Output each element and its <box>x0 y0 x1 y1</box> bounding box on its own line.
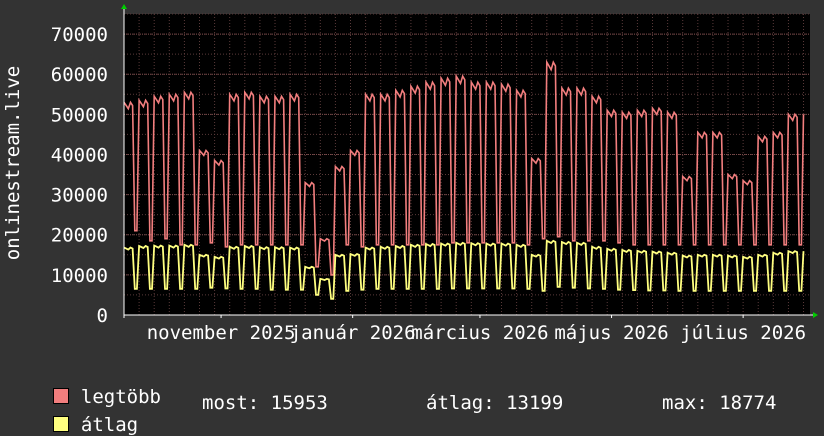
x-tick-label: január 2026 <box>290 322 416 344</box>
y-tick-label: 20000 <box>51 225 108 247</box>
stat-max: max: 18774 <box>662 392 777 414</box>
stat-most: most: 15953 <box>202 392 328 414</box>
y-axis-arrow <box>121 4 127 9</box>
legend-label-avg: átlag <box>80 414 139 436</box>
stat-atlag: átlag: 13199 <box>426 392 564 414</box>
x-tick-label: május 2026 <box>554 322 668 344</box>
legend-item-avg: átlag <box>30 392 138 436</box>
x-tick-labels: november 2025január 2026március 2026 máju… <box>147 315 806 344</box>
y-tick-label: 50000 <box>51 104 108 126</box>
y-tick-label: 40000 <box>51 144 108 166</box>
y-axis-label: onlinestream.live <box>2 66 24 260</box>
x-tick-label: július 2026 <box>680 322 806 344</box>
x-tick-label: november 2025 <box>147 322 296 344</box>
x-axis-arrow <box>813 312 818 318</box>
y-tick-labels: 0 10000 20000 30000 40000 50000 60000 70000 <box>51 24 108 327</box>
y-tick-label: 10000 <box>51 265 108 287</box>
y-tick-label: 0 <box>97 305 108 327</box>
y-tick-label: 30000 <box>51 185 108 207</box>
y-tick-label: 60000 <box>51 64 108 86</box>
x-tick-label: március 2026 <box>411 322 548 344</box>
chart: 0 10000 20000 30000 40000 50000 60000 70000 nov… <box>2 4 818 344</box>
y-tick-label: 70000 <box>51 24 108 46</box>
